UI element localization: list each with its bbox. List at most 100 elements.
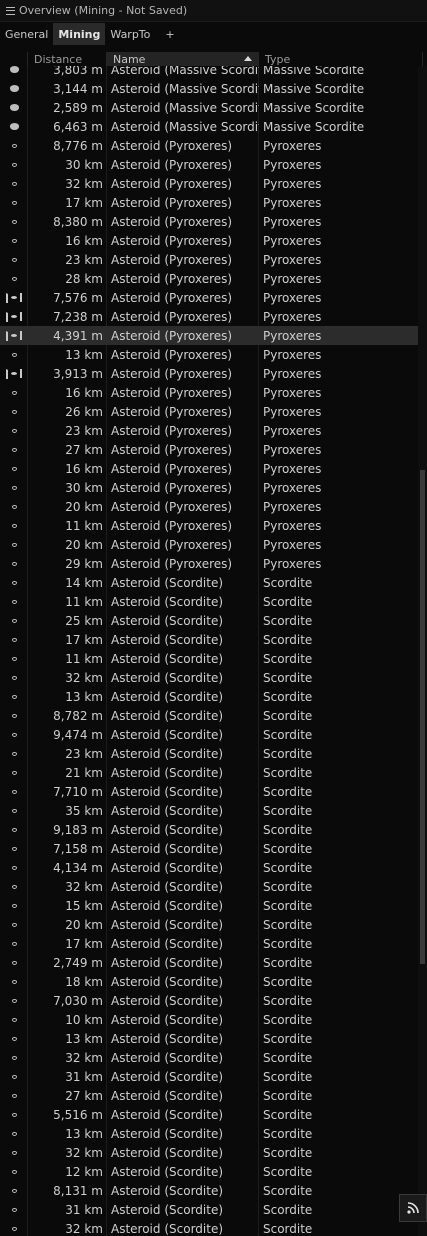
- table-row[interactable]: 5,516 m Asteroid (Scordite) Scordite: [0, 1105, 418, 1124]
- table-row[interactable]: 29 km Asteroid (Pyroxeres) Pyroxeres: [0, 554, 418, 573]
- table-row[interactable]: 30 km Asteroid (Pyroxeres) Pyroxeres: [0, 478, 418, 497]
- table-row[interactable]: 17 km Asteroid (Scordite) Scordite: [0, 934, 418, 953]
- header-name[interactable]: Name: [107, 52, 259, 66]
- table-row[interactable]: 15 km Asteroid (Scordite) Scordite: [0, 896, 418, 915]
- table-row[interactable]: 6,463 m Asteroid (Massive Scordite) Massiv…: [0, 117, 418, 136]
- type-cell: Pyroxeres: [263, 157, 322, 172]
- table-row[interactable]: 23 km Asteroid (Pyroxeres) Pyroxeres: [0, 421, 418, 440]
- small-asteroid-icon: [0, 1200, 28, 1219]
- table-row[interactable]: 7,158 m Asteroid (Scordite) Scordite: [0, 839, 418, 858]
- table-row[interactable]: 2,589 m Asteroid (Massive Scordite) Massiv…: [0, 98, 418, 117]
- tab-warpto[interactable]: WarpTo: [105, 23, 155, 45]
- table-row[interactable]: 25 km Asteroid (Scordite) Scordite: [0, 611, 418, 630]
- header-distance[interactable]: Distance: [28, 52, 107, 66]
- type-cell: Scordite: [263, 1145, 313, 1160]
- table-row[interactable]: 4,391 m Asteroid (Pyroxeres) Pyroxeres: [0, 326, 418, 345]
- table-row[interactable]: 28 km Asteroid (Pyroxeres) Pyroxeres: [0, 269, 418, 288]
- table-row[interactable]: 4,134 m Asteroid (Scordite) Scordite: [0, 858, 418, 877]
- table-row[interactable]: 12 km Asteroid (Scordite) Scordite: [0, 1162, 418, 1181]
- scrollbar-thumb[interactable]: [420, 470, 425, 964]
- scrollbar[interactable]: [418, 66, 427, 1236]
- tab-mining[interactable]: Mining: [53, 23, 106, 45]
- type-cell: Pyroxeres: [263, 252, 322, 267]
- table-row[interactable]: 7,030 m Asteroid (Scordite) Scordite: [0, 991, 418, 1010]
- table-row[interactable]: 16 km Asteroid (Pyroxeres) Pyroxeres: [0, 459, 418, 478]
- tab-general[interactable]: General: [0, 23, 53, 45]
- table-row[interactable]: 9,474 m Asteroid (Scordite) Scordite: [0, 725, 418, 744]
- table-row[interactable]: 32 km Asteroid (Scordite) Scordite: [0, 1048, 418, 1067]
- name-cell: Asteroid (Scordite): [111, 1126, 224, 1141]
- table-row[interactable]: 27 km Asteroid (Pyroxeres) Pyroxeres: [0, 440, 418, 459]
- table-row[interactable]: 27 km Asteroid (Scordite) Scordite: [0, 1086, 418, 1105]
- hamburger-menu-icon[interactable]: [6, 6, 15, 15]
- table-row[interactable]: 3,144 m Asteroid (Massive Scordite) Massiv…: [0, 79, 418, 98]
- table-row[interactable]: 7,576 m Asteroid (Pyroxeres) Pyroxeres: [0, 288, 418, 307]
- table-row[interactable]: 32 km Asteroid (Scordite) Scordite: [0, 668, 418, 687]
- header-icon-column[interactable]: [0, 52, 28, 66]
- name-cell: Asteroid (Pyroxeres): [111, 537, 233, 552]
- table-row[interactable]: 20 km Asteroid (Pyroxeres) Pyroxeres: [0, 535, 418, 554]
- distance-cell: 11 km: [65, 594, 103, 609]
- table-row[interactable]: 30 km Asteroid (Pyroxeres) Pyroxeres: [0, 155, 418, 174]
- table-row[interactable]: 10 km Asteroid (Scordite) Scordite: [0, 1010, 418, 1029]
- header-type[interactable]: Type: [259, 52, 423, 66]
- table-row[interactable]: 21 km Asteroid (Scordite) Scordite: [0, 763, 418, 782]
- name-cell: Asteroid (Massive Scordite): [111, 119, 259, 134]
- table-row[interactable]: 18 km Asteroid (Scordite) Scordite: [0, 972, 418, 991]
- table-row[interactable]: 13 km Asteroid (Scordite) Scordite: [0, 687, 418, 706]
- targeted-asteroid-icon: [0, 326, 28, 345]
- table-row[interactable]: 20 km Asteroid (Scordite) Scordite: [0, 915, 418, 934]
- small-asteroid-icon: [0, 1105, 28, 1124]
- table-row[interactable]: 13 km Asteroid (Pyroxeres) Pyroxeres: [0, 345, 418, 364]
- name-cell: Asteroid (Scordite): [111, 841, 224, 856]
- add-tab-button[interactable]: +: [155, 23, 184, 45]
- table-row[interactable]: 17 km Asteroid (Scordite) Scordite: [0, 630, 418, 649]
- name-cell: Asteroid (Pyroxeres): [111, 423, 233, 438]
- table-row[interactable]: 8,380 m Asteroid (Pyroxeres) Pyroxeres: [0, 212, 418, 231]
- table-row[interactable]: 7,710 m Asteroid (Scordite) Scordite: [0, 782, 418, 801]
- distance-cell: 25 km: [65, 613, 103, 628]
- table-row[interactable]: 16 km Asteroid (Pyroxeres) Pyroxeres: [0, 383, 418, 402]
- distance-cell: 35 km: [65, 803, 103, 818]
- distance-cell: 16 km: [65, 385, 103, 400]
- table-row[interactable]: 32 km Asteroid (Scordite) Scordite: [0, 1143, 418, 1162]
- distance-cell: 16 km: [65, 233, 103, 248]
- table-row[interactable]: 35 km Asteroid (Scordite) Scordite: [0, 801, 418, 820]
- table-row[interactable]: 11 km Asteroid (Scordite) Scordite: [0, 649, 418, 668]
- feed-button[interactable]: [399, 1194, 427, 1222]
- name-cell: Asteroid (Scordite): [111, 651, 224, 666]
- table-row[interactable]: 3,803 m Asteroid (Massive Scordite) Massiv…: [0, 66, 418, 79]
- table-row[interactable]: 32 km Asteroid (Pyroxeres) Pyroxeres: [0, 174, 418, 193]
- type-cell: Scordite: [263, 822, 313, 837]
- table-row[interactable]: 8,131 m Asteroid (Scordite) Scordite: [0, 1181, 418, 1200]
- table-row[interactable]: 11 km Asteroid (Pyroxeres) Pyroxeres: [0, 516, 418, 535]
- table-row[interactable]: 2,749 m Asteroid (Scordite) Scordite: [0, 953, 418, 972]
- type-cell: Pyroxeres: [263, 537, 322, 552]
- table-row[interactable]: 9,183 m Asteroid (Scordite) Scordite: [0, 820, 418, 839]
- name-cell: Asteroid (Pyroxeres): [111, 271, 233, 286]
- table-row[interactable]: 20 km Asteroid (Pyroxeres) Pyroxeres: [0, 497, 418, 516]
- small-asteroid-icon: [0, 839, 28, 858]
- table-row[interactable]: 11 km Asteroid (Scordite) Scordite: [0, 592, 418, 611]
- table-row[interactable]: 31 km Asteroid (Scordite) Scordite: [0, 1200, 418, 1219]
- table-row[interactable]: 23 km Asteroid (Scordite) Scordite: [0, 744, 418, 763]
- table-row[interactable]: 3,913 m Asteroid (Pyroxeres) Pyroxeres: [0, 364, 418, 383]
- table-row[interactable]: 32 km Asteroid (Scordite) Scordite: [0, 877, 418, 896]
- type-cell: Pyroxeres: [263, 176, 322, 191]
- table-row[interactable]: 7,238 m Asteroid (Pyroxeres) Pyroxeres: [0, 307, 418, 326]
- table-row[interactable]: 23 km Asteroid (Pyroxeres) Pyroxeres: [0, 250, 418, 269]
- table-row[interactable]: 14 km Asteroid (Scordite) Scordite: [0, 573, 418, 592]
- overview-rows: 3,803 m Asteroid (Massive Scordite) Massiv…: [0, 66, 418, 1236]
- table-row[interactable]: 8,782 m Asteroid (Scordite) Scordite: [0, 706, 418, 725]
- table-row[interactable]: 17 km Asteroid (Pyroxeres) Pyroxeres: [0, 193, 418, 212]
- table-row[interactable]: 32 km Asteroid (Scordite) Scordite: [0, 1219, 418, 1236]
- table-row[interactable]: 31 km Asteroid (Scordite) Scordite: [0, 1067, 418, 1086]
- table-row[interactable]: 8,776 m Asteroid (Pyroxeres) Pyroxeres: [0, 136, 418, 155]
- table-row[interactable]: 13 km Asteroid (Scordite) Scordite: [0, 1029, 418, 1048]
- table-row[interactable]: 26 km Asteroid (Pyroxeres) Pyroxeres: [0, 402, 418, 421]
- type-cell: Scordite: [263, 917, 313, 932]
- table-row[interactable]: 16 km Asteroid (Pyroxeres) Pyroxeres: [0, 231, 418, 250]
- distance-cell: 3,144 m: [53, 81, 103, 96]
- table-row[interactable]: 13 km Asteroid (Scordite) Scordite: [0, 1124, 418, 1143]
- name-cell: Asteroid (Scordite): [111, 670, 224, 685]
